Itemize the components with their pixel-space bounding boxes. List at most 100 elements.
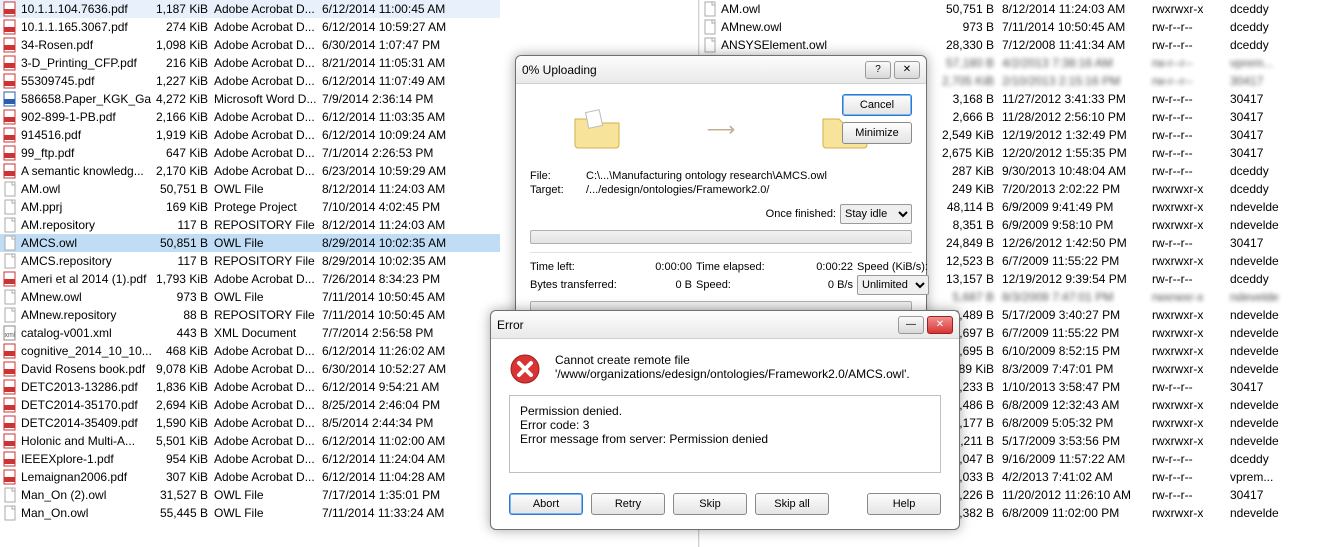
file-size: 24,849 B bbox=[932, 236, 1002, 250]
file-row[interactable]: AMnew.owl973 BOWL File7/11/2014 10:50:45… bbox=[0, 288, 500, 306]
file-row[interactable]: cognitive_2014_10_10...468 KiBAdobe Acro… bbox=[0, 342, 500, 360]
file-row[interactable]: DETC2014-35170.pdf2,694 KiBAdobe Acrobat… bbox=[0, 396, 500, 414]
close-window-icon[interactable]: ✕ bbox=[927, 316, 953, 334]
file-row[interactable]: 34-Rosen.pdf1,098 KiBAdobe Acrobat D...6… bbox=[0, 36, 500, 54]
file-type: REPOSITORY File bbox=[214, 254, 322, 268]
file-size: 973 B bbox=[152, 290, 214, 304]
file-owner: 30417 bbox=[1230, 488, 1290, 502]
file-row[interactable]: Holonic and Multi-A...5,501 KiBAdobe Acr… bbox=[0, 432, 500, 450]
help-button[interactable]: Help bbox=[867, 493, 941, 515]
file-size: 50,751 B bbox=[932, 2, 1002, 16]
file-size: 249 KiB bbox=[932, 182, 1002, 196]
file-size: 57,180 B bbox=[932, 56, 1002, 70]
minimize-window-icon[interactable]: — bbox=[898, 316, 924, 334]
transfer-arrow-icon: ⟶ bbox=[707, 117, 736, 142]
upload-titlebar[interactable]: 0% Uploading ? ✕ bbox=[516, 56, 926, 84]
file-permissions: rwxrwxr-x bbox=[1152, 308, 1230, 322]
file-row[interactable]: AMnew.owl973 B7/11/2014 10:50:45 AMrw-r-… bbox=[700, 18, 1319, 36]
file-row[interactable]: 99_ftp.pdf647 KiBAdobe Acrobat D...7/1/2… bbox=[0, 144, 500, 162]
local-file-list[interactable]: 10.1.1.104.7636.pdf1,187 KiBAdobe Acroba… bbox=[0, 0, 500, 547]
file-icon: xml bbox=[2, 325, 18, 341]
file-name: 99_ftp.pdf bbox=[21, 146, 74, 160]
file-row[interactable]: Ameri et al 2014 (1).pdf1,793 KiBAdobe A… bbox=[0, 270, 500, 288]
file-size: 2,694 KiB bbox=[152, 398, 214, 412]
error-message-line1: Cannot create remote file bbox=[555, 353, 910, 367]
file-icon bbox=[2, 469, 18, 485]
file-type: Adobe Acrobat D... bbox=[214, 110, 322, 124]
file-date: 7/11/2014 10:50:45 AM bbox=[322, 290, 482, 304]
skip-all-button[interactable]: Skip all bbox=[755, 493, 829, 515]
file-row[interactable]: AM.owl50,751 B8/12/2014 11:24:03 AMrwxrw… bbox=[700, 0, 1319, 18]
cancel-button[interactable]: Cancel bbox=[842, 94, 912, 116]
file-row[interactable]: AMCS.repository117 BREPOSITORY File8/29/… bbox=[0, 252, 500, 270]
file-row[interactable]: AM.repository117 BREPOSITORY File8/12/20… bbox=[0, 216, 500, 234]
file-row[interactable]: Man_On (2).owl31,527 BOWL File7/17/2014 … bbox=[0, 486, 500, 504]
file-date: 6/8/2009 11:02:00 PM bbox=[1002, 506, 1152, 520]
file-size: 2,549 KiB bbox=[932, 128, 1002, 142]
skip-button[interactable]: Skip bbox=[673, 493, 747, 515]
abort-button[interactable]: Abort bbox=[509, 493, 583, 515]
file-size: 647 KiB bbox=[152, 146, 214, 160]
file-name: AM.owl bbox=[721, 2, 760, 16]
file-row[interactable]: ANSYSElement.owl28,330 B7/12/2008 11:41:… bbox=[700, 36, 1319, 54]
file-size: 8,351 B bbox=[932, 218, 1002, 232]
file-size: 2,705 KiB bbox=[932, 74, 1002, 88]
file-row[interactable]: AMCS.owl50,851 BOWL File8/29/2014 10:02:… bbox=[0, 234, 500, 252]
file-row[interactable]: AM.owl50,751 BOWL File8/12/2014 11:24:03… bbox=[0, 180, 500, 198]
file-date: 4/2/2013 7:41:02 AM bbox=[1002, 470, 1152, 484]
file-row[interactable]: 10.1.1.104.7636.pdf1,187 KiBAdobe Acroba… bbox=[0, 0, 500, 18]
file-owner: dceddy bbox=[1230, 272, 1290, 286]
file-row[interactable]: AM.pprj169 KiBProtege Project7/10/2014 4… bbox=[0, 198, 500, 216]
file-type: Adobe Acrobat D... bbox=[214, 452, 322, 466]
minimize-button[interactable]: Minimize bbox=[842, 122, 912, 144]
help-window-button[interactable]: ? bbox=[865, 61, 891, 79]
error-detail-1: Permission denied. bbox=[520, 404, 930, 418]
file-icon bbox=[2, 127, 18, 143]
file-date: 11/28/2012 2:56:10 PM bbox=[1002, 110, 1152, 124]
file-row[interactable]: 10.1.1.165.3067.pdf274 KiBAdobe Acrobat … bbox=[0, 18, 500, 36]
file-date: 11/27/2012 3:41:33 PM bbox=[1002, 92, 1152, 106]
file-size: 50,851 B bbox=[152, 236, 214, 250]
speed-limit-select[interactable]: Unlimited bbox=[857, 275, 929, 295]
close-window-button[interactable]: ✕ bbox=[894, 61, 920, 79]
speed-limit-label: Speed (KiB/s): bbox=[857, 261, 942, 273]
file-row[interactable]: 3-D_Printing_CFP.pdf216 KiBAdobe Acrobat… bbox=[0, 54, 500, 72]
file-name: Holonic and Multi-A... bbox=[21, 434, 135, 448]
file-date: 8/29/2014 10:02:35 AM bbox=[322, 254, 482, 268]
file-value: C:\...\Manufacturing ontology research\A… bbox=[586, 170, 912, 182]
file-row[interactable]: IEEEXplore-1.pdf954 KiBAdobe Acrobat D..… bbox=[0, 450, 500, 468]
file-row[interactable]: DETC2013-13286.pdf1,836 KiBAdobe Acrobat… bbox=[0, 378, 500, 396]
file-name: 55309745.pdf bbox=[21, 74, 94, 88]
file-row[interactable]: DETC2014-35409.pdf1,590 KiBAdobe Acrobat… bbox=[0, 414, 500, 432]
file-row[interactable]: A semantic knowledg...2,170 KiBAdobe Acr… bbox=[0, 162, 500, 180]
file-row[interactable]: 902-899-1-PB.pdf2,166 KiBAdobe Acrobat D… bbox=[0, 108, 500, 126]
file-row[interactable]: Man_On.owl55,445 BOWL File7/11/2014 11:3… bbox=[0, 504, 500, 522]
file-row[interactable]: 55309745.pdf1,227 KiBAdobe Acrobat D...6… bbox=[0, 72, 500, 90]
file-row[interactable]: xmlcatalog-v001.xml443 BXML Document7/7/… bbox=[0, 324, 500, 342]
file-name: 34-Rosen.pdf bbox=[21, 38, 93, 52]
error-titlebar[interactable]: Error — ✕ bbox=[491, 311, 959, 339]
retry-button[interactable]: Retry bbox=[591, 493, 665, 515]
file-row[interactable]: 586658.Paper_KGK_Ga...4,272 KiBMicrosoft… bbox=[0, 90, 500, 108]
file-size: 3,168 B bbox=[932, 92, 1002, 106]
file-permissions: rwxrwxr-x bbox=[1152, 218, 1230, 232]
file-date: 7/10/2014 4:02:45 PM bbox=[322, 200, 482, 214]
file-icon bbox=[2, 145, 18, 161]
upload-title: 0% Uploading bbox=[522, 63, 862, 77]
file-permissions: rw-r--r-- bbox=[1152, 20, 1230, 34]
file-name: Ameri et al 2014 (1).pdf bbox=[21, 272, 146, 286]
file-row[interactable]: Lemaignan2006.pdf307 KiBAdobe Acrobat D.… bbox=[0, 468, 500, 486]
file-date: 6/7/2009 11:55:22 PM bbox=[1002, 254, 1152, 268]
file-row[interactable]: 914516.pdf1,919 KiBAdobe Acrobat D...6/1… bbox=[0, 126, 500, 144]
file-owner: ndevelde bbox=[1230, 434, 1290, 448]
file-owner: dceddy bbox=[1230, 452, 1290, 466]
file-owner: 30417 bbox=[1230, 380, 1290, 394]
file-size: 2,166 KiB bbox=[152, 110, 214, 124]
file-size: 1,227 KiB bbox=[152, 74, 214, 88]
file-type: Adobe Acrobat D... bbox=[214, 272, 322, 286]
file-name: AMnew.owl bbox=[721, 20, 782, 34]
file-permissions: rwxrwxr-x bbox=[1152, 398, 1230, 412]
file-row[interactable]: David Rosens book.pdf9,078 KiBAdobe Acro… bbox=[0, 360, 500, 378]
once-finished-select[interactable]: Stay idle bbox=[840, 204, 912, 224]
file-row[interactable]: AMnew.repository88 BREPOSITORY File7/11/… bbox=[0, 306, 500, 324]
